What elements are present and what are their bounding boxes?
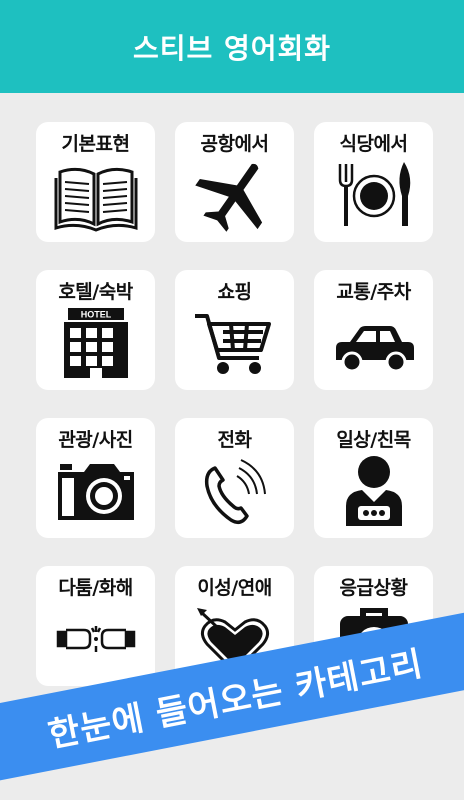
dining-icon — [332, 158, 416, 232]
category-airport[interactable]: 공항에서 — [175, 122, 294, 242]
category-label: 교통/주차 — [336, 281, 411, 303]
shopping-cart-icon — [193, 306, 277, 380]
car-icon — [332, 306, 416, 380]
hotel-icon: HOTEL — [54, 306, 138, 380]
app-title: 스티브 영어회화 — [132, 31, 332, 65]
airplane-icon — [193, 158, 277, 232]
category-daily-life[interactable]: 일상/친목 — [314, 418, 433, 538]
category-conflict[interactable]: 다툼/화해 — [36, 566, 155, 686]
category-shopping[interactable]: 쇼핑 — [175, 270, 294, 390]
category-grid: 기본표현 공항에서 식당에서 호텔/숙박 HOTEL 쇼핑 교통/주차 관광/사… — [36, 122, 434, 686]
hotel-sign-text: HOTEL — [80, 310, 111, 320]
category-sightseeing[interactable]: 관광/사진 — [36, 418, 155, 538]
category-label: 호텔/숙박 — [58, 281, 133, 303]
category-restaurant[interactable]: 식당에서 — [314, 122, 433, 242]
category-label: 관광/사진 — [58, 429, 133, 451]
camera-icon — [54, 454, 138, 528]
phone-icon — [193, 454, 277, 528]
category-label: 전화 — [217, 429, 252, 451]
category-hotel[interactable]: 호텔/숙박 HOTEL — [36, 270, 155, 390]
category-transport[interactable]: 교통/주차 — [314, 270, 433, 390]
category-label: 쇼핑 — [217, 281, 252, 303]
category-label: 응급상황 — [339, 577, 408, 599]
fist-bump-icon — [54, 602, 138, 676]
category-label: 이성/연애 — [197, 577, 272, 599]
category-label: 기본표현 — [61, 133, 130, 155]
category-basic-expressions[interactable]: 기본표현 — [36, 122, 155, 242]
category-label: 식당에서 — [339, 133, 408, 155]
category-label: 일상/친목 — [336, 429, 411, 451]
app-header: 스티브 영어회화 — [0, 0, 464, 93]
person-icon — [332, 454, 416, 528]
book-icon — [54, 158, 138, 232]
category-label: 공항에서 — [200, 133, 269, 155]
category-phone[interactable]: 전화 — [175, 418, 294, 538]
category-label: 다툼/화해 — [58, 577, 133, 599]
